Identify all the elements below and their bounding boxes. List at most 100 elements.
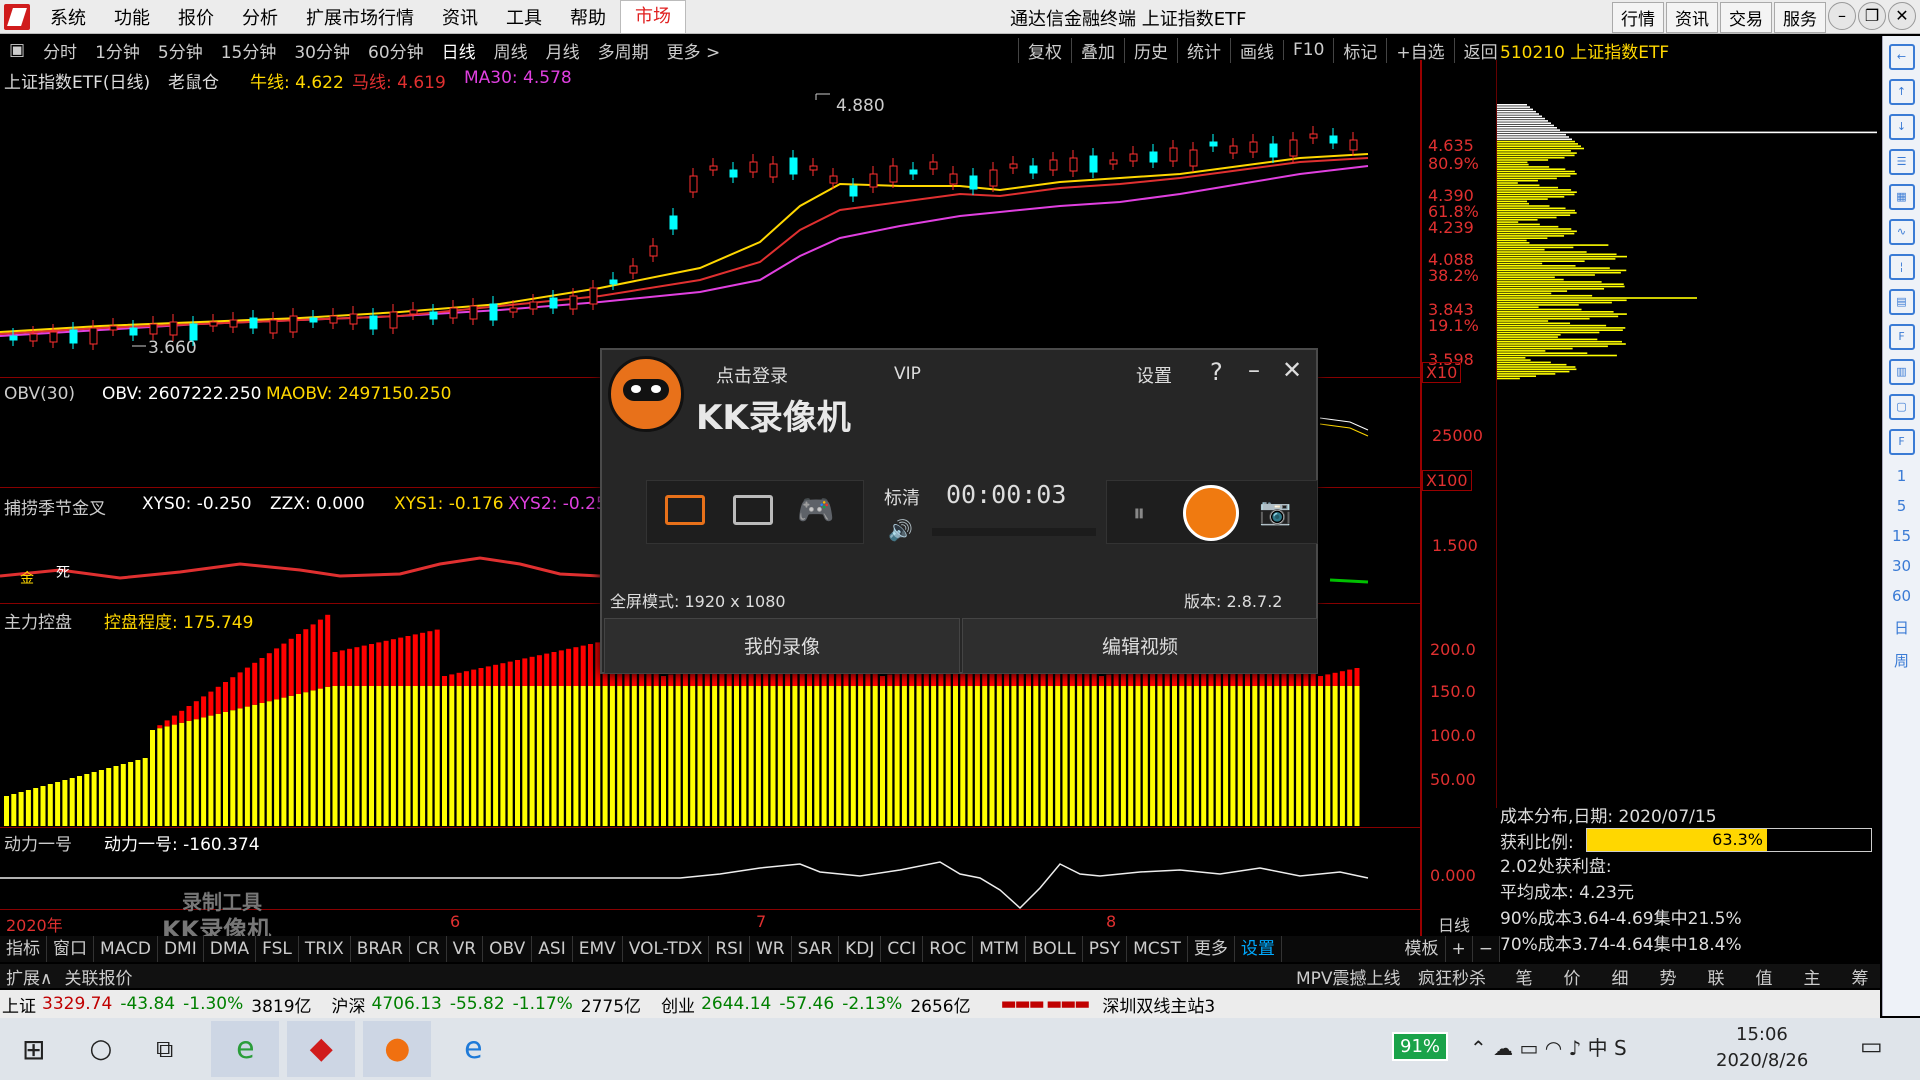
sub-tab-7[interactable]: 筹 [1836, 964, 1884, 989]
list-icon[interactable]: ☰ [1888, 149, 1915, 175]
period-weekly[interactable]: 周线 [485, 38, 537, 63]
region-mode-icon[interactable] [733, 495, 773, 525]
close-icon[interactable]: ✕ [1888, 2, 1916, 30]
period-multi[interactable]: 多周期 [589, 38, 658, 63]
dl-panel[interactable]: 动力一号 动力一号: -160.374 录制工具 [0, 828, 1420, 914]
sub-tab-2[interactable]: 细 [1596, 964, 1644, 989]
btn-fanhui[interactable]: 返回 [1453, 37, 1507, 63]
down-icon[interactable]: ↓ [1888, 114, 1915, 140]
period-fenshi[interactable]: 分时 [34, 38, 86, 63]
menu-quote[interactable]: 报价 [164, 4, 228, 30]
indicator-3[interactable]: DMI [158, 936, 204, 962]
quality-selector[interactable]: 标清 [884, 484, 920, 510]
indicator-1[interactable]: 窗口 [47, 936, 94, 962]
server-station[interactable]: 深圳双线主站3 [1102, 992, 1215, 1017]
volume-icon[interactable]: 🔊 [888, 518, 913, 542]
indbar-right-0[interactable]: 模板 [1399, 936, 1446, 962]
indicator-12[interactable]: EMV [573, 936, 623, 962]
indicator-2[interactable]: MACD [94, 936, 158, 962]
indicator-25[interactable]: 设置 [1235, 936, 1282, 962]
indicator-10[interactable]: OBV [483, 936, 533, 962]
indicator-8[interactable]: CR [410, 936, 447, 962]
f10-icon[interactable]: F [1888, 324, 1915, 350]
minimize-icon[interactable]: – [1248, 356, 1260, 384]
edit-video-button[interactable]: 编辑视频 [962, 618, 1318, 674]
settings-link[interactable]: 设置 [1136, 362, 1172, 388]
panel-toggle-icon[interactable]: ▣ [0, 40, 34, 60]
indicator-15[interactable]: WR [750, 936, 792, 962]
windows-start-icon[interactable]: ⊞ [22, 1033, 45, 1066]
record-button[interactable] [1183, 485, 1239, 541]
restore-icon[interactable]: ❐ [1858, 2, 1886, 30]
indicator-20[interactable]: MTM [973, 936, 1026, 962]
related-quote-btn[interactable]: 关联报价 [58, 964, 138, 989]
indicator-11[interactable]: ASI [532, 936, 573, 962]
btn-lishi[interactable]: 历史 [1124, 37, 1177, 63]
menu-function[interactable]: 功能 [100, 4, 164, 30]
sub-tab-4[interactable]: 联 [1692, 964, 1740, 989]
btn-zixun[interactable]: 资讯 [1666, 2, 1718, 33]
sub-tab-0[interactable]: 笔 [1500, 964, 1548, 989]
login-link[interactable]: 点击登录 [716, 362, 788, 388]
btn-tongji[interactable]: 统计 [1177, 37, 1230, 63]
indbar-right-2[interactable]: − [1473, 936, 1500, 962]
menu-help[interactable]: 帮助 [556, 4, 620, 30]
period-5min[interactable]: 5分钟 [149, 38, 212, 63]
indicator-22[interactable]: PSY [1083, 936, 1128, 962]
promo-mpv[interactable]: MPV震撼上线 [1296, 964, 1401, 989]
menu-tools[interactable]: 工具 [492, 4, 556, 30]
btn-fuquan[interactable]: 复权 [1018, 37, 1071, 63]
minimize-icon[interactable]: – [1828, 2, 1856, 30]
search-icon[interactable]: ○ [89, 1034, 112, 1064]
indicator-19[interactable]: ROC [923, 936, 974, 962]
sidebar-num[interactable]: 30 [1883, 557, 1920, 575]
period-60min[interactable]: 60分钟 [359, 38, 433, 63]
menu-market[interactable]: 市场 [620, 0, 686, 34]
menu-news[interactable]: 资讯 [428, 4, 492, 30]
period-1min[interactable]: 1分钟 [86, 38, 149, 63]
vip-link[interactable]: VIP [894, 364, 921, 384]
indicator-18[interactable]: CCI [881, 936, 924, 962]
btn-diejia[interactable]: 叠加 [1071, 37, 1124, 63]
btn-zixuan[interactable]: +自选 [1386, 37, 1453, 63]
indicator-4[interactable]: DMA [204, 936, 257, 962]
indicator-0[interactable]: 指标 [0, 936, 47, 962]
sidebar-num[interactable]: 日 [1883, 617, 1920, 638]
indicator-23[interactable]: MCST [1127, 936, 1188, 962]
sidebar-num[interactable]: 15 [1883, 527, 1920, 545]
back-icon[interactable]: ← [1888, 44, 1915, 70]
close-icon[interactable]: ✕ [1282, 356, 1302, 384]
sub-tab-6[interactable]: 主 [1788, 964, 1836, 989]
indicator-5[interactable]: FSL [256, 936, 299, 962]
period-monthly[interactable]: 月线 [537, 38, 589, 63]
pause-icon[interactable]: ⏸ [1133, 499, 1145, 527]
kline-icon[interactable]: ¦ [1888, 254, 1915, 280]
btn-f10[interactable]: F10 [1283, 40, 1333, 60]
battery-badge[interactable]: 91% [1392, 1032, 1449, 1061]
my-recordings-button[interactable]: 我的录像 [604, 618, 960, 674]
line-chart-icon[interactable]: ∿ [1888, 219, 1915, 245]
indicator-13[interactable]: VOL-TDX [623, 936, 710, 962]
task-view-icon[interactable]: ⧉ [156, 1035, 173, 1063]
expand-btn[interactable]: 扩展∧ [0, 964, 58, 989]
period-more[interactable]: 更多 > [658, 38, 730, 63]
tray-icons[interactable]: ⌃ ☁ ▭ ◠ ♪ 中 S [1470, 1032, 1627, 1061]
tdx-app-icon[interactable]: ◆ [287, 1021, 356, 1077]
help-icon[interactable]: ? [1210, 358, 1223, 386]
indicator-16[interactable]: SAR [792, 936, 840, 962]
sidebar-num[interactable]: 5 [1883, 497, 1920, 515]
f-icon[interactable]: F [1888, 429, 1915, 455]
indicator-6[interactable]: TRIX [299, 936, 351, 962]
btn-huaxian[interactable]: 画线 [1230, 37, 1283, 63]
btn-biaoji[interactable]: 标记 [1333, 37, 1386, 63]
doc-icon[interactable]: ▤ [1888, 289, 1915, 315]
menu-system[interactable]: 系统 [36, 4, 100, 30]
indicator-17[interactable]: KDJ [839, 936, 882, 962]
game-mode-icon[interactable]: 🎮 [797, 493, 834, 528]
indicator-14[interactable]: RSI [709, 936, 750, 962]
browser-360-icon[interactable]: e [211, 1021, 280, 1077]
indicator-21[interactable]: BOLL [1026, 936, 1083, 962]
book-icon[interactable]: ▢ [1888, 394, 1915, 420]
indicator-7[interactable]: BRAR [351, 936, 410, 962]
sub-tab-1[interactable]: 价 [1548, 964, 1596, 989]
